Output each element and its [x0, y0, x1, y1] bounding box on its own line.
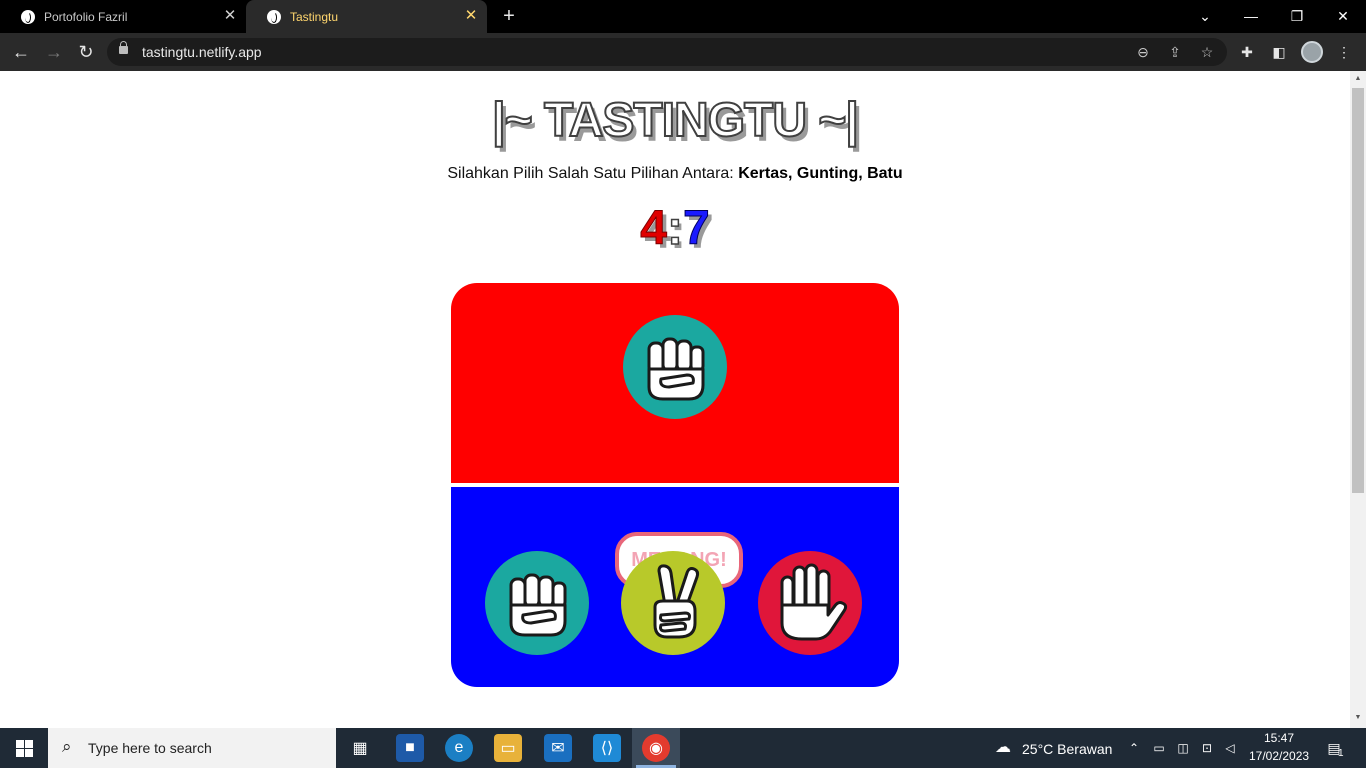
taskbar-search-box[interactable]: ⌕ Type here to search — [48, 728, 336, 768]
extensions-puzzle-icon[interactable]: ✚ — [1237, 42, 1257, 62]
close-window-icon[interactable]: ✕ — [1332, 6, 1354, 26]
close-tab-icon[interactable]: ✕ — [222, 8, 238, 24]
instruction-text: Silahkan Pilih Salah Satu Pilihan Antara… — [0, 165, 1350, 183]
vscode-icon[interactable]: ⟨⟩ — [593, 734, 621, 762]
tab-portofolio-fazril[interactable]: Portofolio Fazril ✕ — [0, 0, 246, 33]
reload-icon[interactable]: ↻ — [75, 41, 97, 63]
restore-icon[interactable]: ❐ — [1286, 6, 1308, 26]
side-panel-icon[interactable]: ◧ — [1269, 42, 1289, 62]
choice-kertas-button[interactable] — [758, 551, 862, 655]
mail-icon[interactable]: ✉ — [544, 734, 572, 762]
scoreboard: 4:7 — [0, 201, 1350, 256]
edge-browser-icon[interactable]: e — [445, 734, 473, 762]
scroll-thumb[interactable] — [1352, 88, 1364, 493]
lock-icon[interactable] — [119, 41, 128, 54]
forward-arrow-icon[interactable]: → — [43, 41, 65, 63]
back-arrow-icon[interactable]: ← — [10, 41, 32, 63]
battery-icon[interactable]: ▭ — [1151, 740, 1167, 756]
score-separator: : — [666, 201, 683, 256]
scroll-up-icon[interactable]: ▲ — [1354, 75, 1362, 82]
game-title: |~ TASTINGTU ~| — [491, 93, 860, 148]
url-text[interactable]: tastingtu.netlify.app — [142, 44, 262, 60]
meet-now-icon[interactable]: ◫ — [1175, 740, 1191, 756]
weather-text[interactable]: 25°C Berawan — [1022, 741, 1112, 757]
open-hand-icon — [780, 563, 848, 641]
globe-icon — [21, 9, 35, 24]
fist-icon — [509, 573, 567, 637]
choice-batu-button[interactable] — [485, 551, 589, 655]
scissors-hand-icon — [653, 564, 700, 639]
browser-tab-strip: Portofolio Fazril ✕ Tastingtu ✕ + ⌄ — ❐ … — [0, 0, 1366, 33]
microsoft-store-icon[interactable]: ■ — [396, 734, 424, 762]
profile-avatar[interactable] — [1301, 41, 1323, 63]
task-view-icon[interactable]: ▦ — [346, 734, 374, 762]
instruction-prefix: Silahkan Pilih Salah Satu Pilihan Antara… — [447, 165, 739, 182]
network-icon[interactable]: ⊡ — [1199, 740, 1215, 756]
file-explorer-icon[interactable]: ▭ — [494, 734, 522, 762]
search-placeholder: Type here to search — [88, 740, 212, 756]
tab-title: Portofolio Fazril — [44, 9, 128, 24]
chrome-icon[interactable]: ◉ — [642, 734, 670, 762]
browser-toolbar: ← → ↻ tastingtu.netlify.app ⊖ ⇪ ☆ ✚ ◧ ⋮ — [0, 33, 1366, 71]
globe-icon — [267, 9, 281, 24]
computer-score: 4 — [640, 202, 668, 256]
windows-start-icon[interactable] — [16, 740, 33, 757]
clock-time[interactable]: 15:47 — [1264, 731, 1294, 745]
choice-gunting-button[interactable] — [621, 551, 725, 655]
cloud-weather-icon[interactable]: ☁ — [990, 740, 1016, 756]
clock-date[interactable]: 17/02/2023 — [1249, 749, 1309, 763]
scroll-down-icon[interactable]: ▼ — [1354, 714, 1362, 721]
tab-search-chevron-icon[interactable]: ⌄ — [1194, 6, 1216, 26]
menu-kebab-icon[interactable]: ⋮ — [1334, 42, 1354, 62]
search-icon: ⌕ — [62, 737, 72, 756]
notification-count: 1 — [1338, 748, 1344, 759]
bookmark-star-icon[interactable]: ☆ — [1197, 42, 1217, 62]
tab-tastingtu[interactable]: Tastingtu ✕ — [246, 0, 487, 33]
windows-taskbar: ⌕ Type here to search ▦ ■ e ▭ ✉ ⟨⟩ ◉ ☁ 2… — [0, 728, 1366, 768]
computer-choice-batu — [623, 315, 727, 419]
minimize-icon[interactable]: — — [1240, 6, 1262, 26]
address-bar[interactable]: tastingtu.netlify.app ⊖ ⇪ ☆ — [107, 38, 1227, 66]
fist-icon — [647, 337, 705, 401]
share-icon[interactable]: ⇪ — [1165, 42, 1185, 62]
player-score: 7 — [682, 202, 710, 256]
tab-title: Tastingtu — [290, 9, 339, 24]
instruction-options: Kertas, Gunting, Batu — [738, 165, 903, 182]
close-tab-icon[interactable]: ✕ — [463, 8, 479, 24]
page-viewport: |~ TASTINGTU ~| Silahkan Pilih Salah Sat… — [0, 71, 1350, 728]
page-scrollbar[interactable]: ▲ ▼ — [1350, 71, 1366, 728]
zoom-icon[interactable]: ⊖ — [1133, 42, 1153, 62]
chevron-up-icon[interactable]: ⌃ — [1126, 740, 1142, 756]
new-tab-button[interactable]: + — [500, 6, 518, 26]
volume-muted-icon[interactable]: ◁ — [1222, 740, 1238, 756]
